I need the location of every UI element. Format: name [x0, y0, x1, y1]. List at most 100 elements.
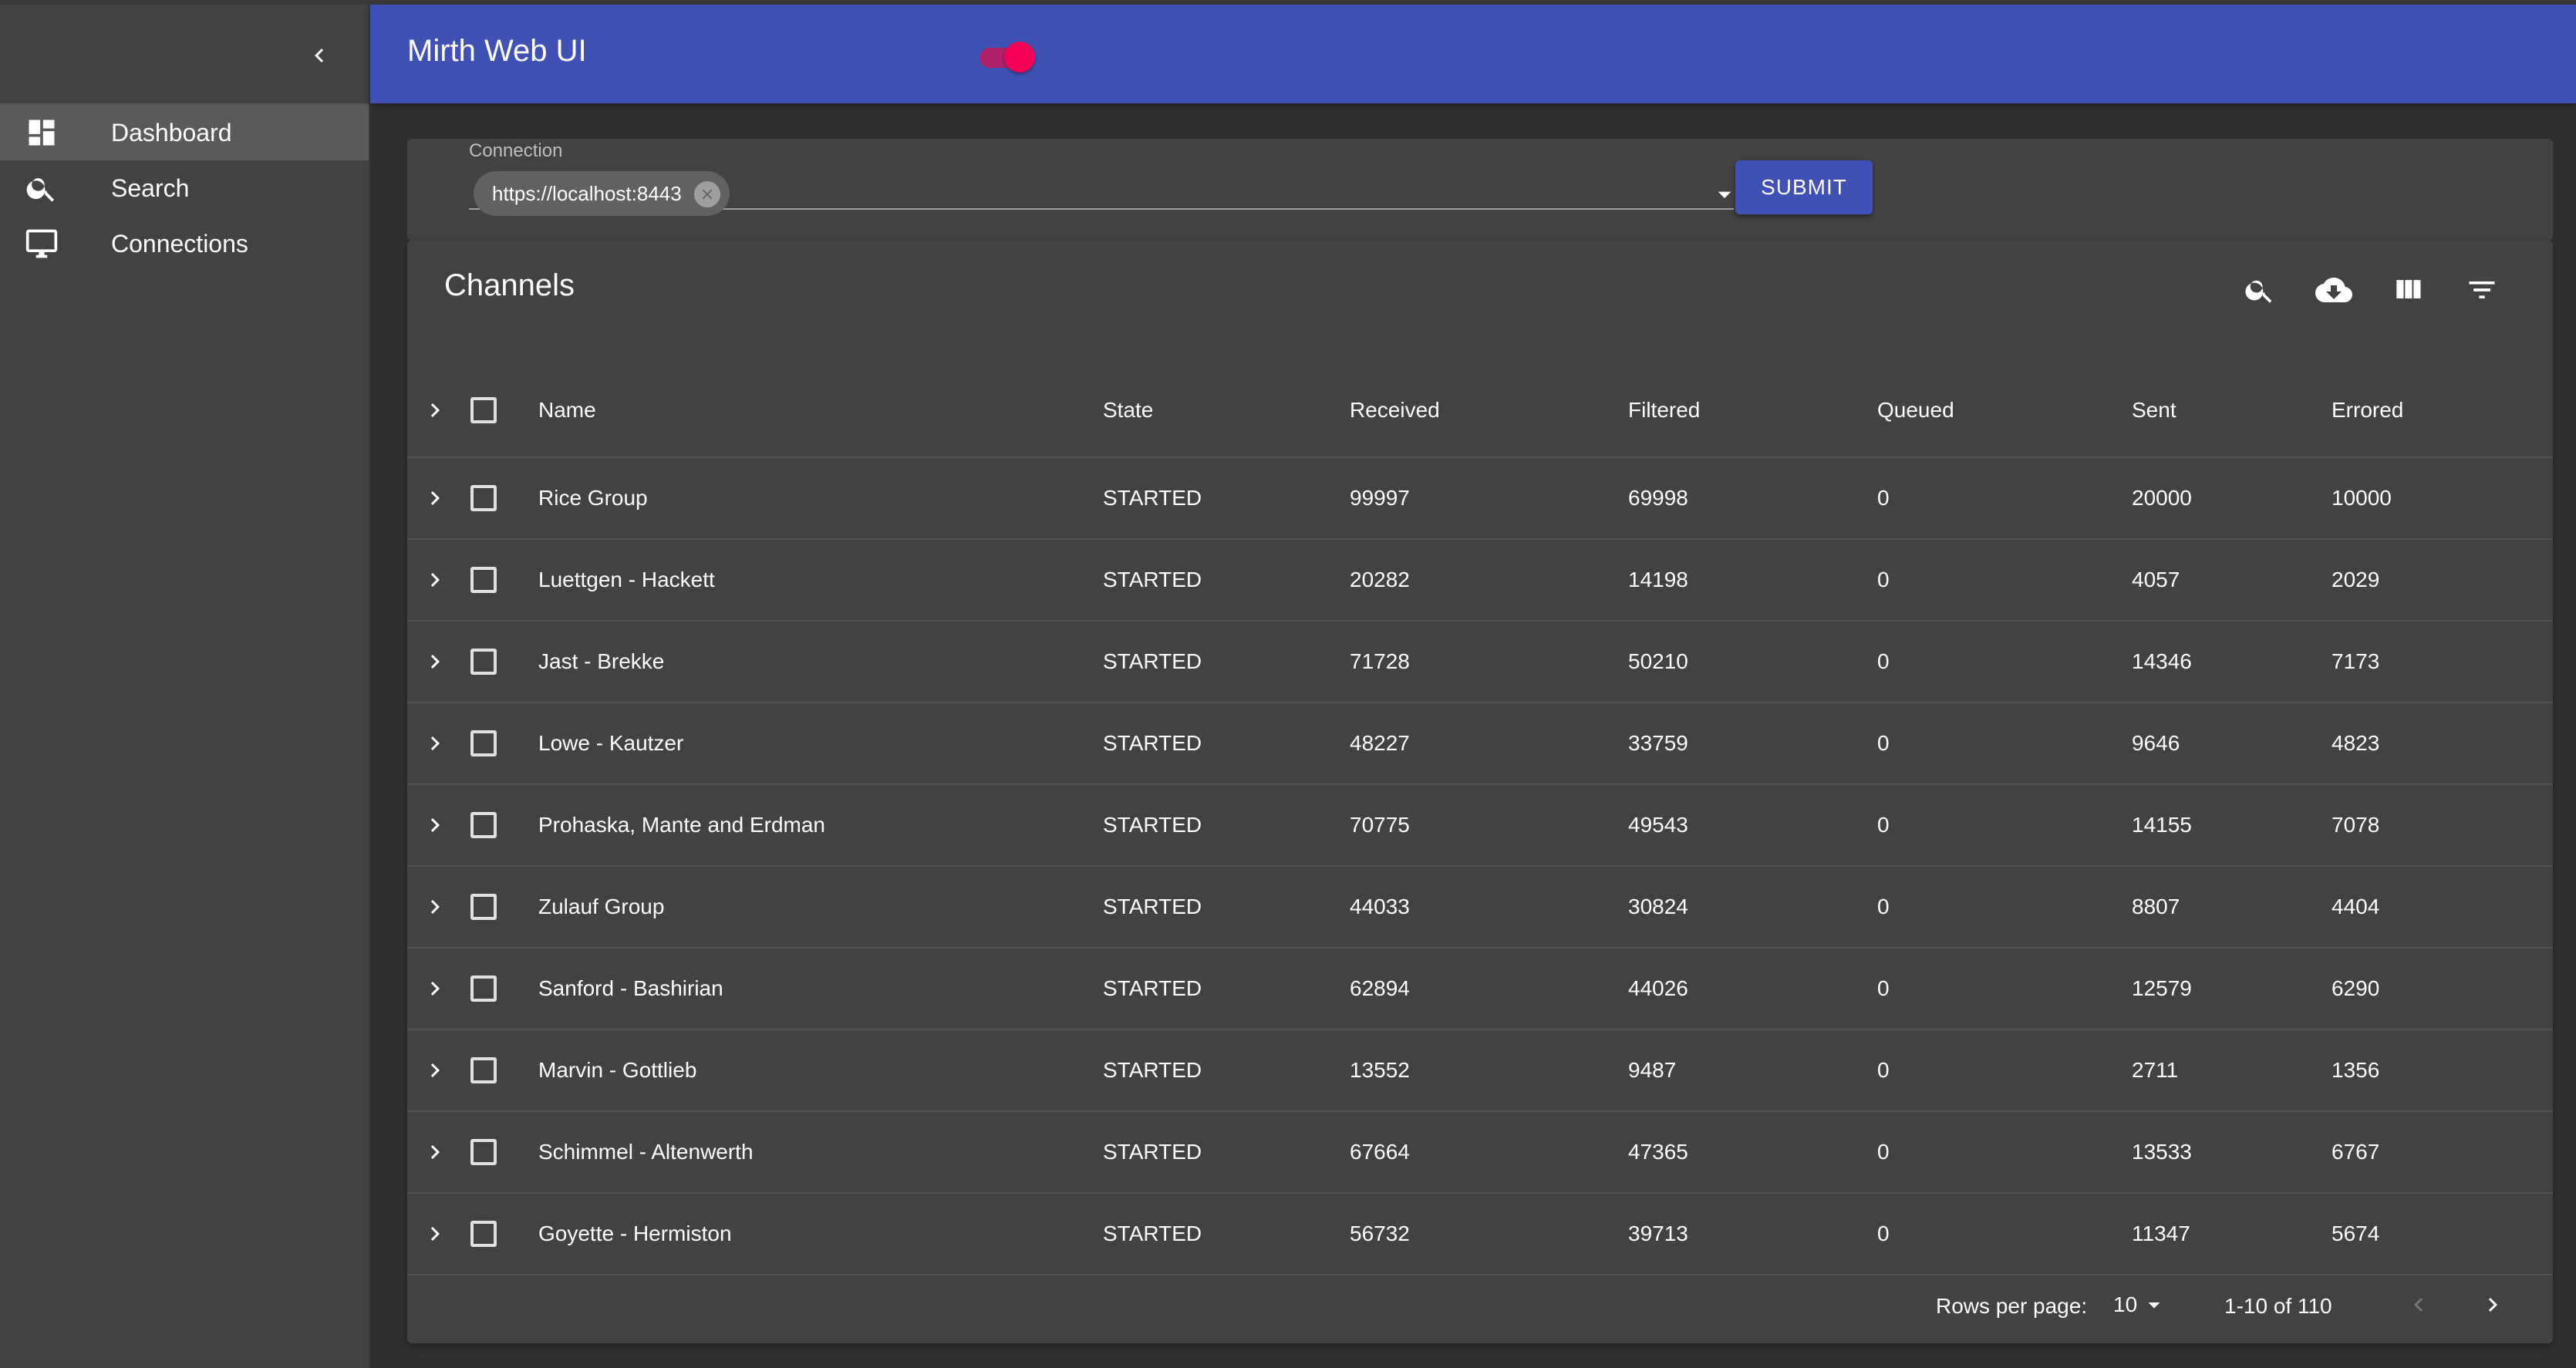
app-bar: Mirth Web UI: [370, 5, 2576, 103]
previous-page-button[interactable]: [2397, 1283, 2440, 1326]
table-row[interactable]: Marvin - Gottlieb STARTED 13552 9487 0 2711 13…: [407, 1030, 2553, 1112]
rows-per-page-select[interactable]: 10: [2113, 1286, 2183, 1323]
cloud-download-icon: [2315, 278, 2352, 302]
row-checkbox[interactable]: [470, 1139, 497, 1165]
chevron-right-icon: [430, 403, 440, 417]
chevron-right-icon: [430, 736, 440, 750]
cell-filtered: 44026: [1628, 976, 1688, 1000]
table-row[interactable]: Goyette - Hermiston STARTED 56732 39713 0 113…: [407, 1194, 2553, 1275]
next-page-button[interactable]: [2471, 1283, 2514, 1326]
column-header-queued[interactable]: Queued: [1877, 398, 1954, 423]
table-row[interactable]: Zulauf Group STARTED 44033 30824 0 8807 4404: [407, 867, 2553, 949]
row-checkbox[interactable]: [470, 1221, 497, 1247]
expand-row-button[interactable]: [418, 890, 452, 924]
cell-state: STARTED: [1103, 731, 1202, 755]
row-checkbox[interactable]: [470, 975, 497, 1002]
cell-name: Rice Group: [538, 486, 648, 510]
column-header-received[interactable]: Received: [1350, 398, 1440, 423]
column-header-sent[interactable]: Sent: [2132, 398, 2176, 423]
select-all-checkbox[interactable]: [470, 397, 497, 423]
table-row[interactable]: Rice Group STARTED 99997 69998 0 20000 10000: [407, 458, 2553, 540]
row-checkbox[interactable]: [470, 894, 497, 920]
table-row[interactable]: Prohaska, Mante and Erdman STARTED 70775 49…: [407, 785, 2553, 867]
table-row[interactable]: Jast - Brekke STARTED 71728 50210 0 14346 7173: [407, 622, 2553, 703]
filter-button[interactable]: [2457, 265, 2507, 315]
connection-select[interactable]: https://localhost:8443: [469, 170, 1734, 216]
row-checkbox[interactable]: [470, 730, 497, 756]
cell-received: 20282: [1350, 568, 1410, 591]
expand-row-button[interactable]: [418, 1135, 452, 1169]
cell-received: 71728: [1350, 649, 1410, 673]
expand-row-button[interactable]: [418, 1053, 452, 1087]
table-row[interactable]: Schimmel - Altenwerth STARTED 67664 47365 0 1…: [407, 1112, 2553, 1194]
rows-per-page-label: Rows per page:: [1936, 1294, 2088, 1318]
table-row[interactable]: Sanford - Bashirian STARTED 62894 44026 0 125…: [407, 949, 2553, 1030]
expand-row-button[interactable]: [418, 563, 452, 597]
column-header-state[interactable]: State: [1103, 398, 1153, 423]
chevron-right-icon: [430, 655, 440, 669]
column-header-filtered[interactable]: Filtered: [1628, 398, 1700, 423]
cell-sent: 12579: [2132, 976, 2192, 1000]
view-columns-icon: [2396, 280, 2421, 298]
cell-received: 62894: [1350, 976, 1410, 1000]
expand-row-button[interactable]: [418, 645, 452, 679]
cell-filtered: 30824: [1628, 895, 1688, 918]
cell-received: 13552: [1350, 1058, 1410, 1082]
cell-queued: 0: [1877, 649, 1890, 673]
sidebar-item-dashboard[interactable]: Dashboard: [0, 105, 369, 160]
cell-filtered: 39713: [1628, 1221, 1688, 1245]
sidebar-header: [0, 5, 369, 105]
chevron-right-icon: [430, 900, 440, 914]
expand-all-button[interactable]: [418, 393, 452, 427]
cell-name: Schimmel - Altenwerth: [538, 1140, 754, 1164]
cell-state: STARTED: [1103, 1221, 1202, 1245]
cell-errored: 7173: [2332, 649, 2380, 673]
cell-state: STARTED: [1103, 486, 1202, 510]
chevron-right-icon: [430, 1145, 440, 1159]
chevron-left-icon: [2414, 1298, 2423, 1312]
expand-row-button[interactable]: [418, 1217, 452, 1251]
sidebar-item-search[interactable]: Search: [0, 160, 369, 216]
view-columns-button[interactable]: [2383, 265, 2433, 315]
toggle-thumb: [1004, 42, 1035, 72]
search-button[interactable]: [2235, 265, 2284, 315]
row-checkbox[interactable]: [470, 485, 497, 511]
cell-errored: 4823: [2332, 731, 2380, 755]
expand-row-button[interactable]: [418, 808, 452, 842]
cell-filtered: 69998: [1628, 486, 1688, 510]
row-checkbox[interactable]: [470, 1057, 497, 1083]
cell-queued: 0: [1877, 1140, 1890, 1164]
cell-state: STARTED: [1103, 568, 1202, 591]
row-checkbox[interactable]: [470, 649, 497, 675]
cell-sent: 13533: [2132, 1140, 2192, 1164]
column-header-errored[interactable]: Errored: [2332, 398, 2403, 423]
table-row[interactable]: Luettgen - Hackett STARTED 20282 14198 0 4057…: [407, 540, 2553, 622]
column-header-name[interactable]: Name: [538, 398, 596, 423]
close-icon: [702, 189, 713, 200]
chip-delete-button[interactable]: [693, 181, 720, 207]
expand-row-button[interactable]: [418, 726, 452, 760]
row-checkbox[interactable]: [470, 567, 497, 593]
cell-state: STARTED: [1103, 813, 1202, 837]
theme-toggle-switch[interactable]: [976, 40, 1038, 74]
cell-received: 44033: [1350, 895, 1410, 918]
cell-received: 99997: [1350, 486, 1410, 510]
cell-state: STARTED: [1103, 895, 1202, 918]
expand-row-button[interactable]: [418, 972, 452, 1006]
cell-name: Jast - Brekke: [538, 649, 665, 673]
submit-button[interactable]: SUBMIT: [1735, 160, 1873, 214]
cell-queued: 0: [1877, 1058, 1890, 1082]
table-row[interactable]: Lowe - Kautzer STARTED 48227 33759 0 9646 4823: [407, 703, 2553, 785]
sidebar-item-connections[interactable]: Connections: [0, 216, 369, 271]
cell-filtered: 33759: [1628, 731, 1688, 755]
cell-filtered: 47365: [1628, 1140, 1688, 1164]
collapse-sidebar-button[interactable]: [296, 32, 342, 79]
row-checkbox[interactable]: [470, 812, 497, 838]
expand-row-button[interactable]: [418, 481, 452, 515]
download-button[interactable]: [2309, 265, 2359, 315]
connection-panel: Connection https://localhost:8443 SUBMIT: [407, 139, 2553, 241]
arrow-drop-down-icon: [2148, 1302, 2160, 1309]
chevron-right-icon: [2488, 1298, 2497, 1312]
cell-received: 70775: [1350, 813, 1410, 837]
cell-errored: 4404: [2332, 895, 2380, 918]
